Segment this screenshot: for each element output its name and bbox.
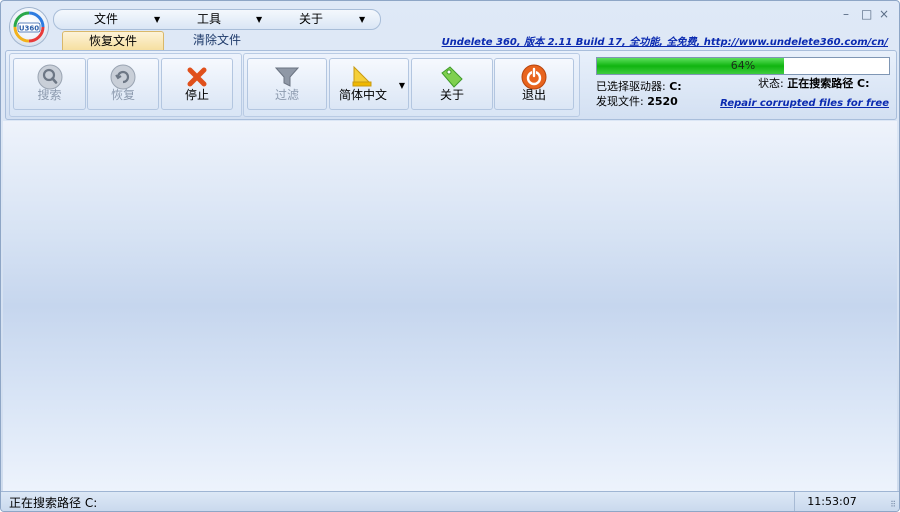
menu-tools[interactable]: 工具 ▼	[197, 10, 262, 29]
filter-button[interactable]: 过滤	[247, 58, 327, 110]
stop-button[interactable]: 停止	[161, 58, 233, 110]
scan-status-panel: 64% 已选择驱动器: C: 状态: 正在搜索路径 C: 发现文件: 2520 …	[584, 53, 892, 115]
repair-files-link[interactable]: Repair corrupted files for free	[720, 98, 889, 109]
resize-grip-icon[interactable]: ⠿	[890, 500, 896, 509]
selected-drive-value: C:	[669, 80, 682, 93]
selected-drive: 已选择驱动器: C:	[596, 78, 682, 94]
scan-progress-bar: 64%	[596, 57, 890, 75]
chevron-down-icon: ▼	[154, 15, 161, 24]
ribbon-toolbar: 搜索 恢复 停止 过滤 简体中文 ▼ 关于 退出 64% 已选择驱动器: C: …	[5, 50, 897, 120]
progress-percent: 64%	[730, 59, 756, 72]
exit-button[interactable]: 退出	[494, 58, 574, 110]
tab-recover-files[interactable]: 恢复文件	[62, 31, 164, 50]
chevron-down-icon: ▼	[398, 81, 405, 90]
menu-tools-label: 工具	[197, 12, 222, 26]
exit-button-label: 退出	[521, 88, 546, 102]
language-button-label: 简体中文	[338, 88, 387, 102]
about-button[interactable]: 关于	[411, 58, 493, 110]
status-text: 正在搜索路径 C:	[9, 496, 98, 510]
maximize-button[interactable]: □	[861, 7, 872, 21]
found-files: 发现文件: 2520	[596, 93, 678, 109]
found-files-value: 2520	[647, 95, 678, 108]
action-group: 搜索 恢复 停止	[9, 53, 242, 117]
tab-wipe-files[interactable]: 清除文件	[177, 31, 257, 49]
status-clock: 11:53:07	[794, 492, 869, 511]
scan-status-label: 状态:	[758, 77, 784, 90]
about-button-label: 关于	[439, 88, 464, 102]
minimize-button[interactable]: –	[843, 7, 849, 21]
app-logo[interactable]: U360	[10, 8, 48, 46]
scan-status: 状态: 正在搜索路径 C:	[758, 75, 870, 91]
filter-button-label: 过滤	[274, 88, 299, 102]
chevron-down-icon: ▼	[359, 15, 366, 24]
menu-about-label: 关于	[299, 12, 324, 26]
close-button[interactable]: ×	[879, 7, 889, 21]
scan-status-value: 正在搜索路径 C:	[787, 77, 870, 90]
found-files-label: 发现文件:	[596, 95, 644, 108]
options-group: 过滤 简体中文 ▼ 关于 退出	[243, 53, 580, 117]
menu-file[interactable]: 文件 ▼	[94, 10, 160, 29]
search-button[interactable]: 搜索	[13, 58, 86, 110]
app-window: U360 文件 ▼ 工具 ▼ 关于 ▼ – □ × 恢复文件 清除文件 Unde…	[0, 0, 900, 512]
status-bar: 正在搜索路径 C: 11:53:07 ⠿	[1, 491, 899, 511]
logo-text: U360	[19, 25, 39, 33]
recover-button-label: 恢复	[110, 88, 135, 102]
selected-drive-label: 已选择驱动器:	[596, 80, 666, 93]
stop-button-label: 停止	[184, 88, 209, 102]
menu-file-label: 文件	[94, 12, 119, 26]
language-button[interactable]: 简体中文 ▼	[329, 58, 409, 110]
website-link[interactable]: Undelete 360, 版本 2.11 Build 17, 全功能, 全免费…	[442, 33, 888, 48]
chevron-down-icon: ▼	[256, 15, 263, 24]
results-area[interactable]	[3, 121, 897, 491]
recover-button[interactable]: 恢复	[87, 58, 159, 110]
search-button-label: 搜索	[37, 88, 62, 102]
menu-about[interactable]: 关于 ▼	[299, 10, 365, 29]
menu-bar: 文件 ▼ 工具 ▼ 关于 ▼	[53, 9, 381, 30]
